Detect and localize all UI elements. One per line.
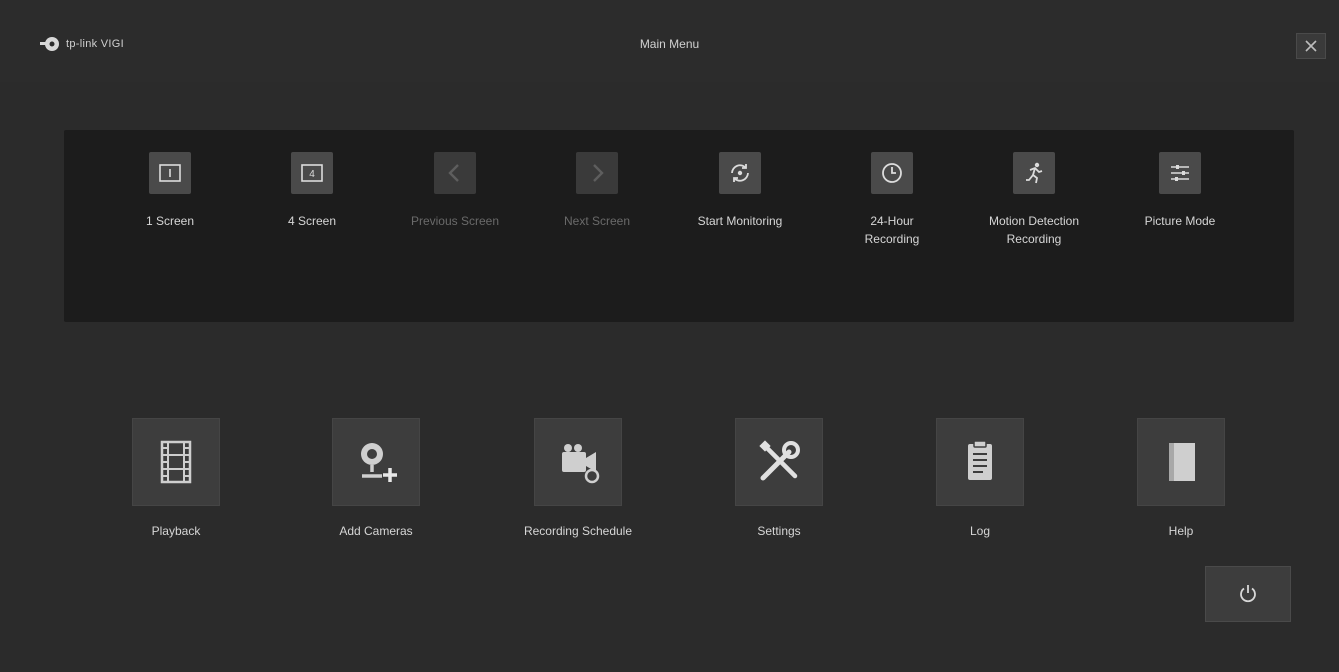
quick-action-picture-mode[interactable]: Picture Mode [1110, 152, 1250, 230]
wrench-screwdriver-icon [759, 440, 800, 481]
power-button[interactable] [1205, 566, 1291, 622]
quick-action-label: Previous Screen [410, 214, 500, 228]
quick-action-motion-detection-recording[interactable]: Motion Detection Recording [964, 152, 1104, 248]
quick-action-label: 1 Screen [145, 214, 195, 228]
quick-action-previous-screen[interactable]: Previous Screen [385, 152, 525, 230]
quick-action-label: 24-Hour Recording [864, 214, 920, 246]
quick-action-start-monitoring[interactable]: Start Monitoring [670, 152, 810, 230]
close-icon [1305, 40, 1317, 52]
quick-action-label: Next Screen [563, 214, 631, 228]
power-icon [1240, 585, 1256, 603]
quick-action-4-screen[interactable]: 4 4 Screen [242, 152, 382, 230]
svg-text:4: 4 [309, 169, 315, 180]
sliders-icon [1171, 165, 1189, 181]
menu-label: Log [969, 524, 991, 538]
menu-add-cameras[interactable]: Add Cameras [296, 418, 456, 538]
monitoring-cycle-icon [731, 164, 749, 182]
quick-action-24-hour-recording[interactable]: 24-Hour Recording [822, 152, 962, 248]
quad-screen-icon: 4 [301, 164, 323, 182]
menu-recording-schedule[interactable]: Recording Schedule [498, 418, 658, 538]
quick-action-label: 4 Screen [287, 214, 337, 228]
chevron-right-icon [593, 164, 604, 182]
clock-icon [882, 163, 902, 183]
quick-action-label: Motion Detection Recording [988, 214, 1080, 246]
quick-actions-panel: 1 Screen 4 4 Screen Previous Screen Next… [64, 130, 1294, 322]
book-icon [1169, 443, 1195, 481]
add-camera-icon [361, 443, 397, 482]
menu-label: Add Cameras [339, 524, 413, 538]
quick-action-label: Start Monitoring [697, 214, 783, 228]
menu-playback[interactable]: Playback [96, 418, 256, 538]
quick-action-next-screen[interactable]: Next Screen [527, 152, 667, 230]
clipboard-icon [968, 440, 992, 480]
menu-help[interactable]: Help [1101, 418, 1261, 538]
quick-action-1-screen[interactable]: 1 Screen [100, 152, 240, 230]
menu-label: Playback [151, 524, 201, 538]
menu-label: Recording Schedule [523, 524, 633, 538]
single-screen-icon [159, 164, 181, 182]
menu-label: Help [1168, 524, 1194, 538]
close-button[interactable] [1296, 33, 1326, 59]
film-strip-icon [160, 440, 192, 484]
title-bar: tp-link VIGI Main Menu [0, 0, 1339, 82]
menu-label: Settings [757, 524, 801, 538]
menu-log[interactable]: Log [900, 418, 1060, 538]
video-camera-settings-icon [562, 444, 600, 484]
chevron-left-icon [448, 164, 459, 182]
running-person-icon [1026, 162, 1043, 184]
menu-settings[interactable]: Settings [699, 418, 859, 538]
window-title: Main Menu [639, 37, 700, 51]
quick-action-label: Picture Mode [1144, 214, 1216, 228]
